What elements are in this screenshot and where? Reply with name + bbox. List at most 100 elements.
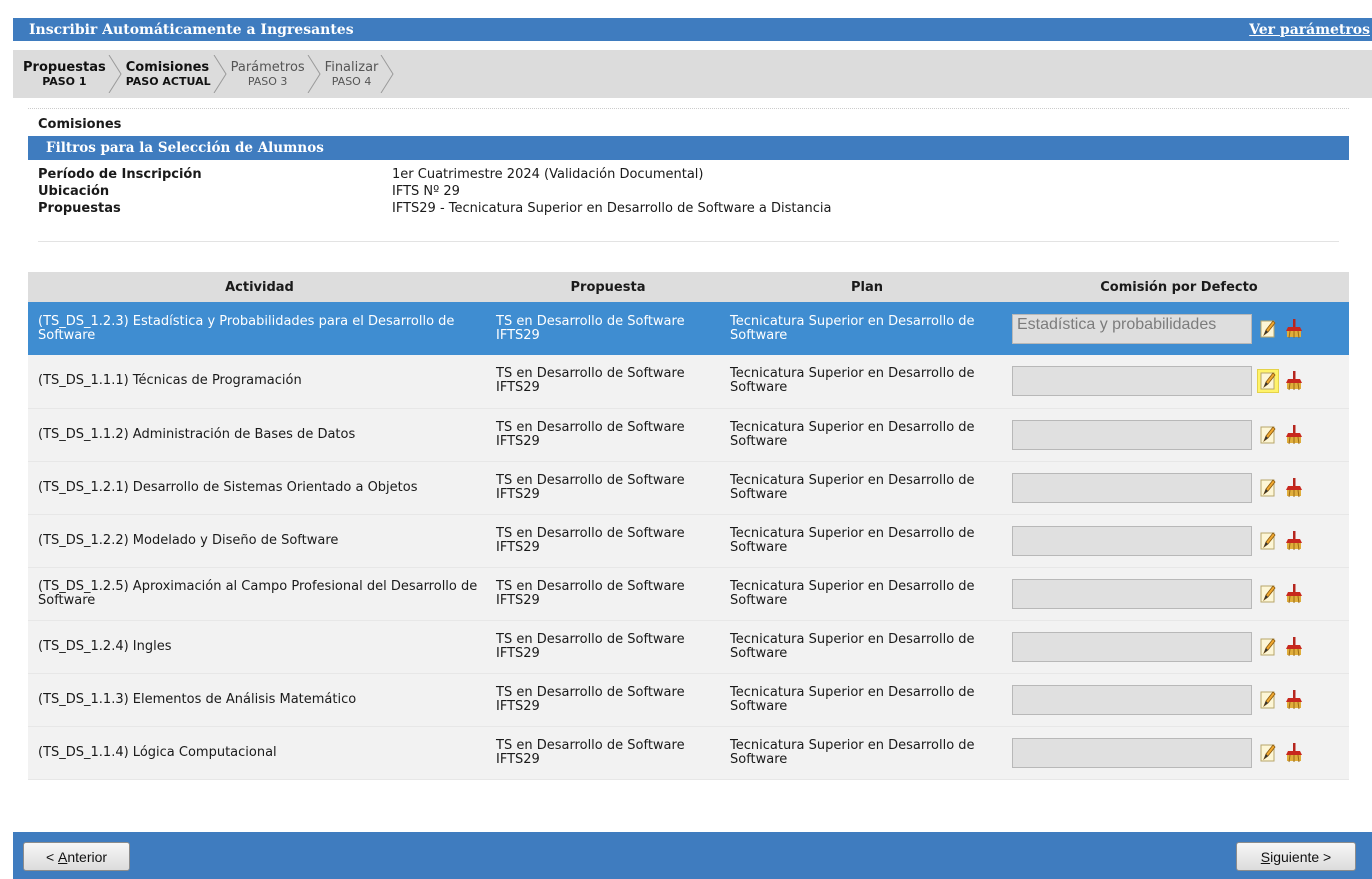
siguiente-button[interactable]: Siguiente > <box>1236 842 1356 871</box>
main-panel: Inscribir Automáticamente a Ingresantes … <box>13 18 1372 780</box>
filter-label: Propuestas <box>38 201 121 216</box>
cell-plan: Tecnicatura Superior en Desarrollo de So… <box>730 631 975 661</box>
cell-actividad: (TS_DS_1.1.4) Lógica Computacional <box>38 744 277 760</box>
edit-icon[interactable] <box>1257 369 1279 394</box>
section-title: Comisiones <box>28 108 1349 136</box>
cell-comision <box>1009 355 1349 408</box>
cell-plan: Tecnicatura Superior en Desarrollo de So… <box>730 737 975 767</box>
cell-actividad: (TS_DS_1.2.3) Estadística y Probabilidad… <box>38 313 455 343</box>
wizard-step-sub: PASO 3 <box>247 75 288 88</box>
comision-field[interactable] <box>1012 737 1252 768</box>
cell-propuesta: TS en Desarrollo de Software IFTS29 <box>496 366 685 396</box>
filter-row: Ubicación IFTS Nº 29 <box>38 183 1339 200</box>
edit-icon[interactable] <box>1258 742 1278 764</box>
cell-actividad: (TS_DS_1.1.3) Elementos de Análisis Mate… <box>38 691 357 707</box>
broom-clear-icon[interactable] <box>1284 583 1304 605</box>
wizard-step-name: Comisiones <box>125 60 210 75</box>
cell-comision <box>1009 461 1349 514</box>
title-bar: Inscribir Automáticamente a Ingresantes … <box>13 18 1372 41</box>
filter-label: Período de Inscripción <box>38 167 202 182</box>
wizard-step-name: Parámetros <box>230 60 305 75</box>
cell-comision <box>1009 408 1349 461</box>
table-row[interactable]: (TS_DS_1.2.1) Desarrollo de Sistemas Ori… <box>28 461 1349 514</box>
wizard-step-1: Propuestas PASO 1 <box>23 50 122 98</box>
step-chevron-icon <box>108 55 122 93</box>
cell-plan: Tecnicatura Superior en Desarrollo de So… <box>730 313 975 343</box>
cell-plan: Tecnicatura Superior en Desarrollo de So… <box>730 419 975 449</box>
wizard-step-3: Parámetros PASO 3 <box>231 50 321 98</box>
cell-actividad: (TS_DS_1.1.1) Técnicas de Programación <box>38 373 302 389</box>
comision-field[interactable] <box>1012 684 1252 715</box>
step-chevron-icon <box>213 55 227 93</box>
comision-field[interactable] <box>1012 472 1252 503</box>
filters-header: Filtros para la Selección de Alumnos <box>28 136 1349 160</box>
step-chevron-icon <box>380 55 394 93</box>
edit-icon[interactable] <box>1258 477 1278 499</box>
broom-clear-icon[interactable] <box>1284 318 1304 340</box>
divider <box>38 241 1339 242</box>
table-row[interactable]: (TS_DS_1.2.3) Estadística y Probabilidad… <box>28 302 1349 355</box>
cell-plan: Tecnicatura Superior en Desarrollo de So… <box>730 525 975 555</box>
table-row[interactable]: (TS_DS_1.1.1) Técnicas de Programación TS… <box>28 355 1349 408</box>
broom-clear-icon[interactable] <box>1284 370 1304 392</box>
col-actividad-header: Actividad <box>28 272 491 302</box>
footer-bar: < Anterior Siguiente > <box>13 832 1372 879</box>
comision-field[interactable] <box>1012 525 1252 556</box>
cell-actividad: (TS_DS_1.2.1) Desarrollo de Sistemas Ori… <box>38 479 418 495</box>
anterior-accel: A <box>58 848 68 865</box>
table-row[interactable]: (TS_DS_1.1.3) Elementos de Análisis Mate… <box>28 673 1349 726</box>
comision-field[interactable] <box>1012 366 1252 397</box>
broom-clear-icon[interactable] <box>1284 424 1304 446</box>
col-propuesta-header: Propuesta <box>491 272 725 302</box>
table-row[interactable]: (TS_DS_1.2.2) Modelado y Diseño de Softw… <box>28 514 1349 567</box>
edit-icon[interactable] <box>1258 318 1278 340</box>
wizard-steps: Propuestas PASO 1 Comisiones PASO ACTUAL Par… <box>13 50 1372 98</box>
table-row[interactable]: (TS_DS_1.2.5) Aproximación al Campo Prof… <box>28 567 1349 620</box>
comision-field[interactable]: Estadística y probabilidades <box>1012 313 1252 344</box>
broom-clear-icon[interactable] <box>1284 530 1304 552</box>
cell-plan: Tecnicatura Superior en Desarrollo de So… <box>730 578 975 608</box>
wizard-step-2: Comisiones PASO ACTUAL <box>126 50 227 98</box>
edit-icon[interactable] <box>1258 583 1278 605</box>
wizard-step-sub: PASO ACTUAL <box>125 75 211 88</box>
cell-plan: Tecnicatura Superior en Desarrollo de So… <box>730 472 975 502</box>
comision-field[interactable] <box>1012 419 1252 450</box>
broom-clear-icon[interactable] <box>1284 742 1304 764</box>
broom-clear-icon[interactable] <box>1284 477 1304 499</box>
comision-field[interactable] <box>1012 578 1252 609</box>
table-row[interactable]: (TS_DS_1.1.2) Administración de Bases de… <box>28 408 1349 461</box>
col-plan-header: Plan <box>725 272 1009 302</box>
cell-propuesta: TS en Desarrollo de Software IFTS29 <box>496 472 685 502</box>
broom-clear-icon[interactable] <box>1284 636 1304 658</box>
wizard-step-name: Propuestas <box>23 60 106 75</box>
table-row[interactable]: (TS_DS_1.2.4) Ingles TS en Desarrollo de … <box>28 620 1349 673</box>
siguiente-label: iguiente > <box>1270 848 1332 865</box>
filter-value: 1er Cuatrimestre 2024 (Validación Docume… <box>392 167 704 182</box>
table-header-row: Actividad Propuesta Plan Comisión por De… <box>28 272 1349 302</box>
wizard-step-name: Finalizar <box>324 60 379 75</box>
activities-table: Actividad Propuesta Plan Comisión por De… <box>28 272 1349 780</box>
edit-icon[interactable] <box>1258 530 1278 552</box>
edit-icon[interactable] <box>1258 424 1278 446</box>
cell-propuesta: TS en Desarrollo de Software IFTS29 <box>496 737 685 767</box>
comision-field[interactable] <box>1012 631 1252 662</box>
wizard-step-4: Finalizar PASO 4 <box>325 50 395 98</box>
cell-plan: Tecnicatura Superior en Desarrollo de So… <box>730 366 975 396</box>
cell-propuesta: TS en Desarrollo de Software IFTS29 <box>496 631 685 661</box>
edit-icon[interactable] <box>1258 689 1278 711</box>
filter-row: Período de Inscripción 1er Cuatrimestre 2… <box>38 166 1339 183</box>
cell-propuesta: TS en Desarrollo de Software IFTS29 <box>496 419 685 449</box>
anterior-prefix: < <box>45 848 59 865</box>
step-chevron-icon <box>307 55 321 93</box>
anterior-button[interactable]: < Anterior <box>23 842 130 871</box>
filter-value: IFTS Nº 29 <box>392 184 460 199</box>
table-row[interactable]: (TS_DS_1.1.4) Lógica Computacional TS en … <box>28 726 1349 779</box>
cell-propuesta: TS en Desarrollo de Software IFTS29 <box>496 578 685 608</box>
ver-parametros-link[interactable]: Ver parámetros <box>1249 22 1370 38</box>
cell-propuesta: TS en Desarrollo de Software IFTS29 <box>496 313 685 343</box>
edit-icon[interactable] <box>1258 636 1278 658</box>
col-comision-header: Comisión por Defecto <box>1009 272 1349 302</box>
broom-clear-icon[interactable] <box>1284 689 1304 711</box>
page-title: Inscribir Automáticamente a Ingresantes <box>29 21 354 38</box>
cell-actividad: (TS_DS_1.2.2) Modelado y Diseño de Softw… <box>38 532 339 548</box>
